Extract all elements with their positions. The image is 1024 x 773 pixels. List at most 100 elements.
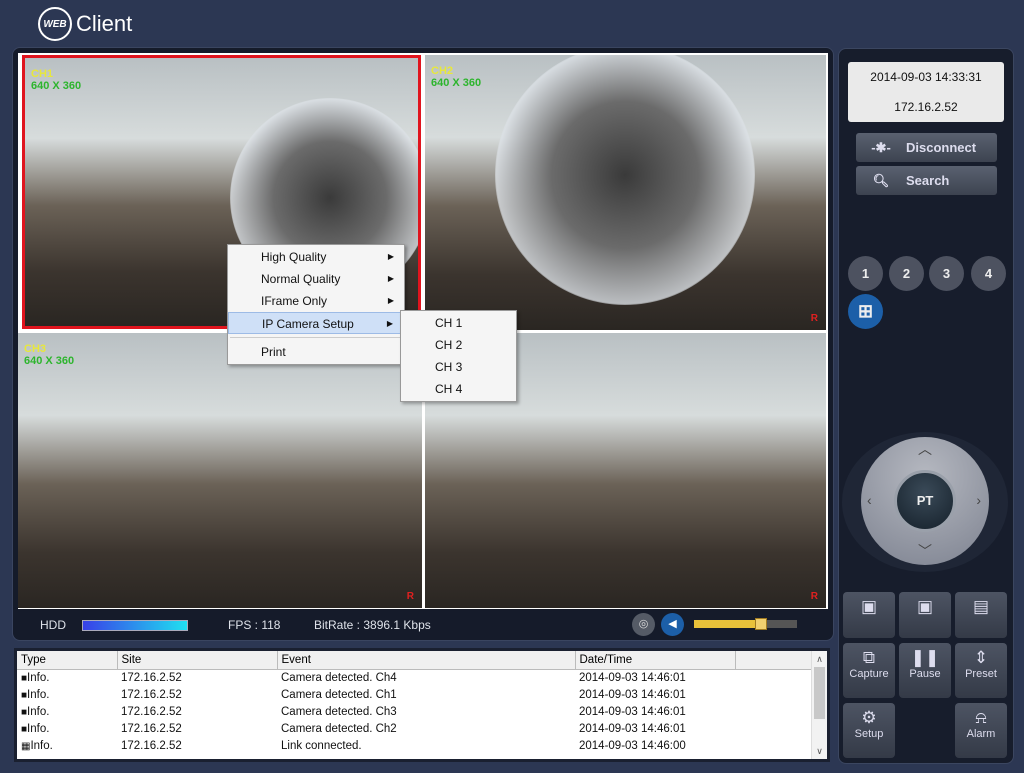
hdd-usage-bar: [82, 620, 188, 631]
speaker-button[interactable]: ◀: [661, 613, 684, 636]
log-site: 172.16.2.52: [121, 671, 182, 684]
arrow-left-icon: ‹: [867, 492, 872, 508]
log-type: Info.: [27, 722, 50, 735]
alarm-icon: ⍾: [975, 708, 987, 727]
snapshot-view-button[interactable]: ▣: [899, 592, 951, 638]
ptz-center-button[interactable]: PT: [894, 470, 956, 532]
server-ip: 172.16.2.52: [894, 100, 958, 114]
log-type: Info.: [27, 688, 50, 701]
log-type: Info.: [27, 671, 50, 684]
event-log-table: Type Site Event Date/Time ■Info. 172.16.2…: [17, 651, 817, 754]
capture-icon: ⧉: [862, 648, 876, 667]
fps-readout: FPS : 118: [228, 618, 281, 632]
pause-icon: ❚❚: [910, 648, 940, 667]
log-datetime: 2014-09-03 14:46:01: [579, 671, 686, 684]
recording-indicator: R: [406, 591, 414, 602]
channel-3-button[interactable]: 3: [929, 256, 964, 291]
web-logo-badge: WEB: [38, 7, 72, 41]
column-event[interactable]: Event: [277, 651, 576, 670]
submenu-item-ch1[interactable]: CH 1: [401, 312, 516, 334]
log-site: 172.16.2.52: [121, 722, 182, 735]
submenu-arrow-icon: ▶: [387, 296, 394, 305]
log-row[interactable]: ■Info. 172.16.2.52 Camera detected. Ch3 201…: [17, 703, 817, 720]
camera-person-icon: ▣: [860, 597, 878, 616]
recording-indicator: R: [810, 591, 818, 602]
search-button[interactable]: 🔍︎ Search: [856, 166, 997, 195]
submenu-arrow-icon: ▶: [387, 252, 394, 261]
setup-button[interactable]: ⚙ Setup: [843, 703, 895, 758]
log-site: 172.16.2.52: [121, 705, 182, 718]
resolution-label: 640 X 360: [31, 80, 82, 92]
log-datetime: 2014-09-03 14:46:01: [579, 705, 686, 718]
disconnect-button[interactable]: -✱- Disconnect: [856, 133, 997, 162]
log-event: Camera detected. Ch1: [281, 688, 397, 701]
quad-view-button[interactable]: ⊞: [848, 294, 883, 329]
single-view-button[interactable]: ▣: [843, 592, 895, 638]
status-bar: HDD FPS : 118 BitRate : 3896.1 Kbps ◎ ◀: [18, 612, 828, 638]
microphone-button[interactable]: ◎: [632, 613, 655, 636]
camera-list-icon: ▤: [972, 597, 990, 616]
disconnect-icon: -✱-: [871, 139, 891, 155]
channel-4-button[interactable]: 4: [971, 256, 1006, 291]
log-datetime: 2014-09-03 14:46:01: [579, 688, 686, 701]
channel-label: CH2: [431, 65, 454, 77]
log-row[interactable]: ■Info. 172.16.2.52 Camera detected. Ch2 201…: [17, 720, 817, 737]
search-icon: 🔍︎: [872, 172, 890, 188]
resolution-label: 640 X 360: [431, 77, 482, 89]
channel-1-button[interactable]: 1: [848, 256, 883, 291]
menu-item-ip-camera-setup[interactable]: IP Camera Setup ▶: [228, 312, 404, 334]
grid-icon: ⊞: [857, 301, 874, 321]
event-log: Type Site Event Date/Time ■Info. 172.16.2…: [14, 648, 830, 762]
recording-indicator: R: [810, 313, 818, 324]
channel-2-button[interactable]: 2: [889, 256, 924, 291]
log-event: Camera detected. Ch2: [281, 722, 397, 735]
setup-icon: ⚙: [861, 708, 877, 727]
log-type: Info.: [27, 705, 50, 718]
log-event: Camera detected. Ch3: [281, 705, 397, 718]
alarm-button[interactable]: ⍾ Alarm: [955, 703, 1007, 758]
app-title: Client: [76, 11, 133, 36]
submenu-item-ch3[interactable]: CH 3: [401, 356, 516, 378]
arrow-right-icon: ›: [976, 492, 981, 508]
log-type: Info.: [30, 739, 53, 752]
column-datetime[interactable]: Date/Time: [575, 651, 736, 670]
log-event: Link connected.: [281, 739, 362, 752]
context-menu: High Quality ▶ Normal Quality ▶ IFrame Onl…: [227, 244, 405, 365]
pause-button[interactable]: ❚❚ Pause: [899, 643, 951, 698]
column-site[interactable]: Site: [117, 651, 278, 670]
submenu-ip-camera: CH 1 CH 2 CH 3 CH 4: [400, 310, 517, 402]
video-tile-ch2[interactable]: CH2 640 X 360 R: [425, 55, 826, 330]
hdd-label: HDD: [40, 618, 66, 632]
menu-item-iframe-only[interactable]: IFrame Only ▶: [228, 290, 404, 312]
submenu-item-ch4[interactable]: CH 4: [401, 378, 516, 400]
preset-button[interactable]: ⇕ Preset: [955, 643, 1007, 698]
log-scrollbar[interactable]: ∧ ∨: [811, 651, 827, 759]
camera-image-icon: ▣: [916, 597, 934, 616]
resolution-label: 640 X 360: [24, 355, 75, 367]
log-datetime: 2014-09-03 14:46:01: [579, 722, 686, 735]
list-view-button[interactable]: ▤: [955, 592, 1007, 638]
menu-separator: [230, 337, 402, 338]
log-event: Camera detected. Ch4: [281, 671, 397, 684]
menu-item-normal-quality[interactable]: Normal Quality ▶: [228, 268, 404, 290]
log-row[interactable]: ■Info. 172.16.2.52 Camera detected. Ch4 201…: [17, 669, 817, 686]
menu-item-high-quality[interactable]: High Quality ▶: [228, 246, 404, 268]
channel-label: CH3: [24, 343, 47, 355]
log-row[interactable]: ▦Info. 172.16.2.52 Link connected. 2014-09-…: [17, 737, 817, 754]
arrow-down-icon: ﹀: [918, 543, 932, 559]
capture-button[interactable]: ⧉ Capture: [843, 643, 895, 698]
column-type[interactable]: Type: [17, 651, 118, 670]
bitrate-readout: BitRate : 3896.1 Kbps: [314, 618, 431, 632]
volume-thumb[interactable]: [754, 618, 767, 630]
volume-slider[interactable]: [694, 618, 797, 630]
menu-item-print[interactable]: Print: [228, 341, 404, 363]
log-datetime: 2014-09-03 14:46:00: [579, 739, 686, 752]
video-tile-ch3[interactable]: CH3 640 X 360 R: [18, 333, 422, 608]
log-row[interactable]: ■Info. 172.16.2.52 Camera detected. Ch1 201…: [17, 686, 817, 703]
current-datetime: 2014-09-03 14:33:31: [870, 70, 982, 84]
submenu-item-ch2[interactable]: CH 2: [401, 334, 516, 356]
log-site: 172.16.2.52: [121, 739, 182, 752]
connection-info: 2014-09-03 14:33:31 172.16.2.52: [848, 62, 1004, 122]
preset-icon: ⇕: [973, 648, 989, 667]
arrow-up-icon: ︿: [918, 441, 932, 457]
